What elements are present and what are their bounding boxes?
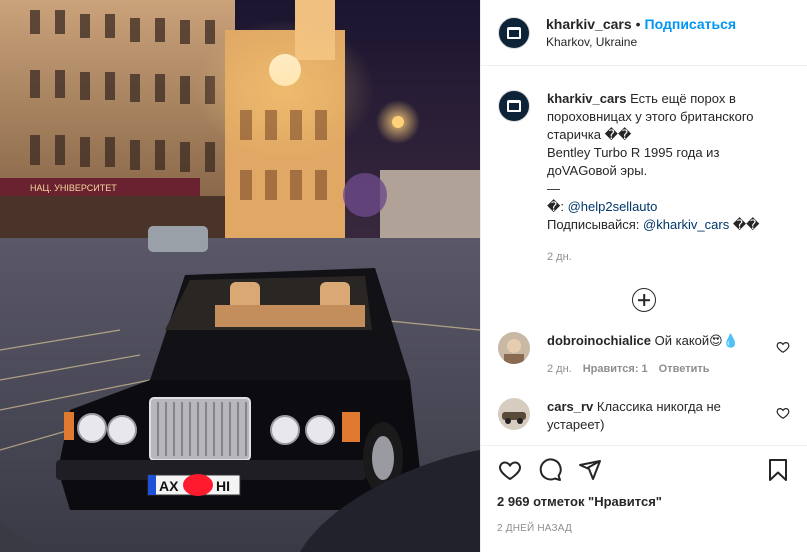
- follow-button[interactable]: Подписаться: [645, 15, 737, 33]
- caption-username-link[interactable]: kharkiv_cars: [547, 91, 627, 106]
- comment-like-heart-icon[interactable]: [776, 340, 790, 354]
- plate-censor-blur: [183, 474, 213, 496]
- likes-count-link[interactable]: 2 969 отметок "Нравится": [497, 494, 791, 509]
- kharkiv-cars-logo-icon: [507, 100, 521, 112]
- post-header: kharkiv_cars • Подписаться Kharkov, Ukra…: [481, 0, 807, 66]
- bookmark-icon: [769, 459, 787, 481]
- caption-credit-prefix: �:: [547, 199, 568, 214]
- comment-button[interactable]: [537, 457, 563, 483]
- commenter-avatar[interactable]: [498, 398, 530, 430]
- subscribe-mention-link[interactable]: @kharkiv_cars: [643, 217, 729, 232]
- kharkiv-cars-logo-icon: [507, 26, 521, 39]
- header-separator: •: [635, 15, 641, 32]
- paper-plane-icon: [579, 460, 601, 480]
- plate-left-text: AX: [159, 478, 179, 494]
- caption-body: kharkiv_cars Есть ещё порох в пороховниц…: [547, 90, 782, 266]
- caption-timestamp: 2 дн.: [547, 251, 572, 263]
- credit-mention-link[interactable]: @help2sellauto: [568, 199, 658, 214]
- shop-sign-text: НАЦ. УНІВЕРСИТЕТ: [30, 183, 117, 193]
- comment-like-heart-icon[interactable]: [776, 406, 790, 420]
- save-button[interactable]: [765, 457, 791, 483]
- plus-circle-icon[interactable]: [632, 288, 656, 312]
- comment-body: cars_rv Классика никогда не устареет): [547, 398, 767, 434]
- location-link[interactable]: Kharkov, Ukraine: [546, 33, 736, 51]
- like-button[interactable]: [497, 457, 523, 483]
- post-side-panel: kharkiv_cars • Подписаться Kharkov, Ukra…: [480, 0, 807, 552]
- author-username-link[interactable]: kharkiv_cars: [546, 15, 632, 33]
- comment-likes-link[interactable]: Нравится: 1: [583, 360, 648, 378]
- heart-icon: [499, 461, 521, 481]
- commenter-username-link[interactable]: dobroinochialice: [547, 333, 651, 348]
- comment-body: dobroinochialice Ой какой😍💧 2 дн. Нравит…: [547, 332, 767, 378]
- comment-timestamp: 2 дн.: [547, 363, 572, 375]
- caption-author-avatar[interactable]: [498, 90, 530, 122]
- caption-line-dash: —: [547, 181, 560, 196]
- caption-line-model: Bentley Turbo R 1995 года из доVAGовой э…: [547, 145, 720, 178]
- action-icon-row: [497, 456, 791, 484]
- caption: kharkiv_cars Есть ещё порох в пороховниц…: [498, 90, 790, 266]
- plate-right-text: HI: [216, 478, 230, 494]
- caption-subscribe-suffix: ��: [729, 217, 760, 232]
- post-photo[interactable]: НАЦ. УНІВЕРСИТЕТ AX HI: [0, 0, 480, 552]
- caption-subscribe-prefix: Подписывайся:: [547, 217, 644, 232]
- comment-bubble-icon: [539, 458, 562, 481]
- car-photo-image: НАЦ. УНІВЕРСИТЕТ AX HI: [0, 0, 480, 552]
- share-button[interactable]: [577, 457, 603, 483]
- comment-meta: 2 дн. Нравится: 1 Ответить: [547, 360, 767, 378]
- comment-reply-button[interactable]: Ответить: [659, 360, 710, 378]
- post-actions: 2 969 отметок "Нравится" 2 ДНЕЙ НАЗАД: [481, 445, 807, 534]
- comments-scroll-area[interactable]: kharkiv_cars Есть ещё порох в пороховниц…: [481, 67, 807, 445]
- post-timestamp[interactable]: 2 ДНЕЙ НАЗАД: [497, 523, 791, 534]
- commenter-username-link[interactable]: cars_rv: [547, 399, 593, 414]
- comment-text: Ой какой😍💧: [651, 333, 739, 348]
- comment-item: cars_rv Классика никогда не устареет): [498, 398, 790, 434]
- header-text: kharkiv_cars • Подписаться Kharkov, Ukra…: [546, 15, 736, 51]
- comment-item: dobroinochialice Ой какой😍💧 2 дн. Нравит…: [498, 332, 790, 378]
- author-avatar[interactable]: [498, 16, 530, 49]
- load-more-comments[interactable]: [498, 288, 790, 312]
- commenter-avatar[interactable]: [498, 332, 530, 364]
